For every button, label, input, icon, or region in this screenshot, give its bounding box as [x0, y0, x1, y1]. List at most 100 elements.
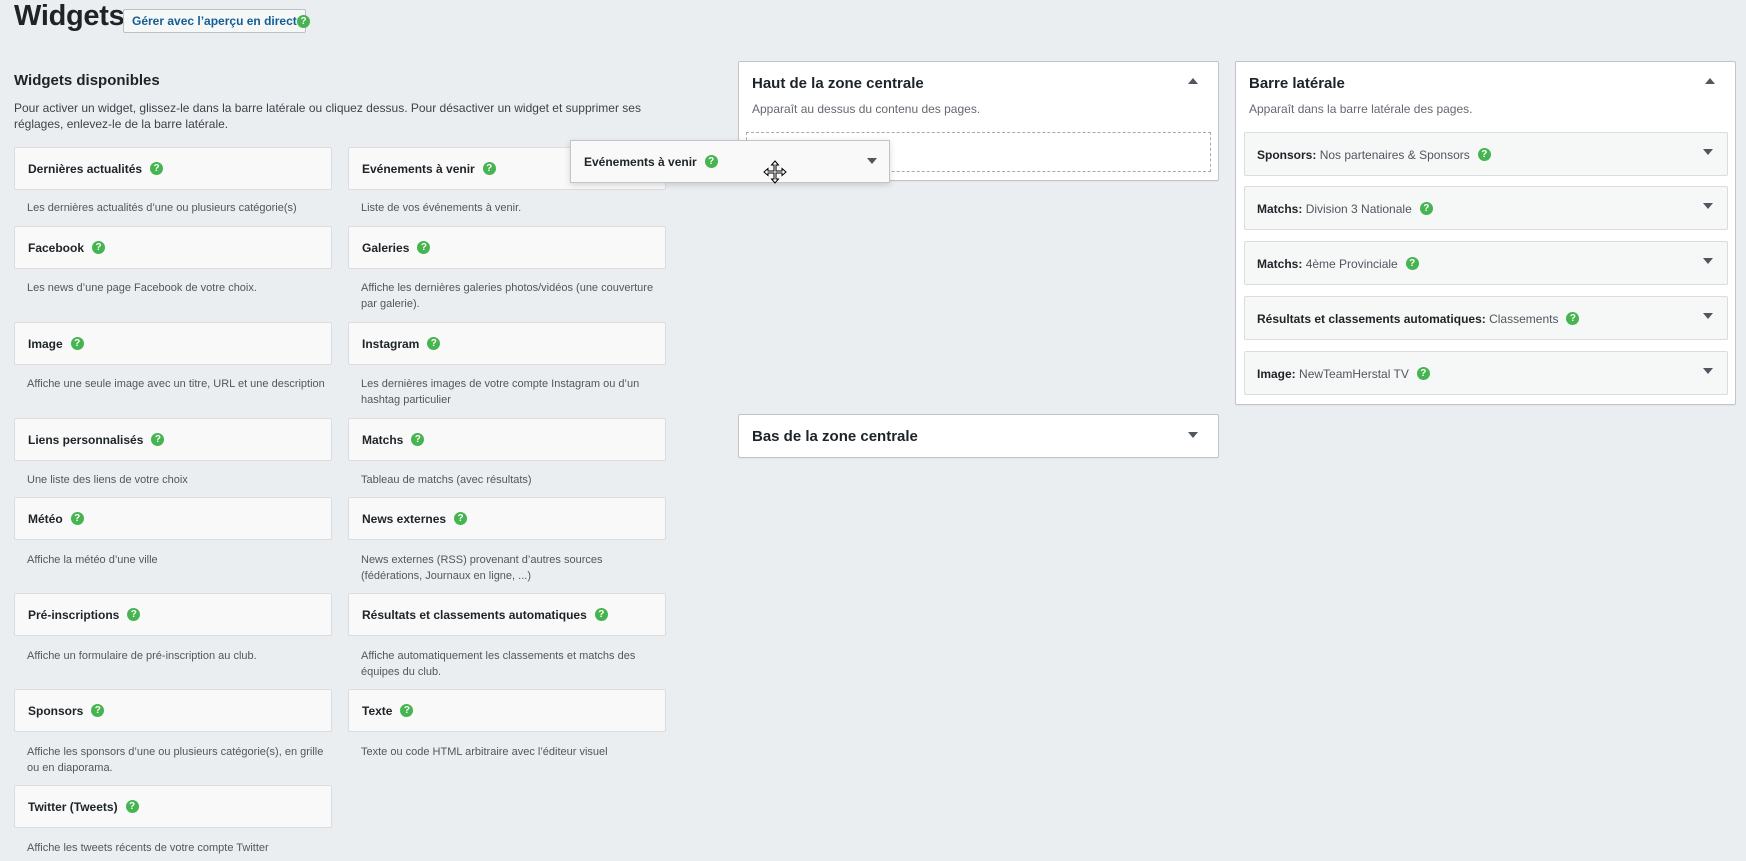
widget-label: Matchs [362, 433, 404, 447]
widget-label: News externes [362, 512, 447, 526]
sidebar-widget-type: Sponsors: [1257, 148, 1317, 162]
zone-sidebar-subtitle: Apparaît dans la barre latérale des page… [1249, 102, 1473, 116]
help-icon[interactable]: ? [482, 161, 496, 175]
widget-description: Liste de vos événements à venir. [361, 202, 522, 214]
widget-description: Affiche les sponsors d’une ou plusieurs … [27, 746, 324, 774]
dragged-widget-label: Evénements à venir [584, 155, 697, 169]
widget-item[interactable]: Twitter (Tweets)? [14, 785, 332, 828]
help-icon[interactable]: ? [127, 607, 141, 621]
help-icon[interactable]: ? [704, 154, 718, 168]
widget-label: Facebook [28, 241, 85, 255]
widget-description: Les dernières actualités d’une ou plusie… [27, 202, 297, 214]
expand-arrow-icon[interactable] [1188, 432, 1198, 438]
widget-item[interactable]: Pré-inscriptions? [14, 593, 332, 636]
widget-description: Affiche les tweets récents de votre comp… [27, 842, 269, 854]
widget-description: Tableau de matchs (avec résultats) [361, 474, 532, 486]
widget-label: Dernières actualités [28, 162, 143, 176]
manage-live-preview-button[interactable]: Gérer avec l’aperçu en direct [123, 9, 306, 33]
help-icon[interactable]: ? [417, 240, 431, 254]
help-icon[interactable]: ? [297, 15, 310, 28]
help-icon[interactable]: ? [91, 703, 105, 717]
available-widgets-title: Widgets disponibles [14, 72, 160, 89]
collapse-arrow-icon[interactable] [1188, 78, 1198, 84]
widget-label: Météo [28, 512, 63, 526]
help-icon[interactable]: ? [1405, 256, 1419, 270]
widget-description: Une liste des liens de votre choix [27, 474, 188, 486]
widget-description: Affiche la météo d’une ville [27, 554, 158, 566]
help-icon[interactable]: ? [151, 432, 165, 446]
zone-sidebar-title: Barre latérale [1249, 75, 1345, 92]
widget-label: Sponsors [28, 704, 84, 718]
sidebar-widget-type: Matchs: [1257, 202, 1303, 216]
widget-item[interactable]: Texte? [348, 689, 666, 732]
widget-item[interactable]: Galeries? [348, 226, 666, 269]
widget-label: Twitter (Tweets) [28, 800, 118, 814]
widget-item[interactable]: Liens personnalisés? [14, 418, 332, 461]
help-icon[interactable]: ? [1566, 311, 1580, 325]
sidebar-widget[interactable]: Matchs: 4ème Provinciale? [1244, 241, 1728, 285]
help-icon[interactable]: ? [1416, 366, 1430, 380]
sidebar-widget-name: Classements [1489, 312, 1559, 326]
zone-top-center-subtitle: Apparaît au dessus du contenu des pages. [752, 102, 981, 116]
sidebar-widget-name: Nos partenaires & Sponsors [1319, 148, 1470, 162]
widget-description: Affiche les dernières galeries photos/vi… [361, 282, 654, 310]
widget-item[interactable]: Image? [14, 322, 332, 365]
help-icon[interactable]: ? [594, 607, 608, 621]
help-icon[interactable]: ? [454, 511, 468, 525]
sidebar-widget-name: NewTeamHerstal TV [1299, 367, 1409, 381]
widget-item[interactable]: Matchs? [348, 418, 666, 461]
dragged-widget[interactable]: Evénements à venir? [570, 140, 890, 183]
help-icon[interactable]: ? [92, 240, 106, 254]
widget-label: Liens personnalisés [28, 433, 144, 447]
sidebar-widget-type: Image: [1257, 367, 1296, 381]
expand-arrow-icon[interactable] [1703, 313, 1713, 319]
zone-top-center-title: Haut de la zone centrale [752, 75, 924, 92]
widget-item[interactable]: Instagram? [348, 322, 666, 365]
widget-label: Evénements à venir [362, 162, 475, 176]
sidebar-widget[interactable]: Image: NewTeamHerstal TV? [1244, 351, 1728, 395]
help-icon[interactable]: ? [400, 703, 414, 717]
help-icon[interactable]: ? [125, 799, 139, 813]
widget-label: Galeries [362, 241, 410, 255]
widget-description: Affiche une seule image avec un titre, U… [27, 378, 325, 390]
widget-label: Pré-inscriptions [28, 608, 120, 622]
help-icon[interactable]: ? [150, 161, 164, 175]
zone-sidebar[interactable]: Barre latérale Apparaît dans la barre la… [1235, 61, 1736, 405]
widget-label: Résultats et classements automatiques [362, 608, 587, 622]
widget-label: Image [28, 337, 63, 351]
expand-arrow-icon[interactable] [1703, 368, 1713, 374]
sidebar-widget[interactable]: Sponsors: Nos partenaires & Sponsors? [1244, 132, 1728, 176]
widget-item[interactable]: Facebook? [14, 226, 332, 269]
widget-label: Instagram [362, 337, 420, 351]
help-icon[interactable]: ? [70, 511, 84, 525]
widget-description: Affiche un formulaire de pré-inscription… [27, 650, 257, 662]
widget-item[interactable]: Dernières actualités? [14, 147, 332, 190]
sidebar-widget-name: Division 3 Nationale [1305, 202, 1412, 216]
sidebar-widget-type: Résultats et classements automatiques: [1257, 312, 1486, 326]
expand-arrow-icon[interactable] [867, 158, 877, 164]
widget-item[interactable]: Résultats et classements automatiques? [348, 593, 666, 636]
available-widgets-description: Pour activer un widget, glissez-le dans … [14, 101, 641, 131]
help-icon[interactable]: ? [1419, 201, 1433, 215]
expand-arrow-icon[interactable] [1703, 149, 1713, 155]
sidebar-widget[interactable]: Résultats et classements automatiques: C… [1244, 296, 1728, 340]
help-icon[interactable]: ? [1477, 147, 1491, 161]
widget-description: Les news d’une page Facebook de votre ch… [27, 282, 257, 294]
widget-item[interactable]: News externes? [348, 497, 666, 540]
zone-bottom-center[interactable]: Bas de la zone centrale [738, 414, 1219, 458]
expand-arrow-icon[interactable] [1703, 258, 1713, 264]
collapse-arrow-icon[interactable] [1705, 78, 1715, 84]
move-cursor-icon [763, 160, 787, 184]
help-icon[interactable]: ? [70, 336, 84, 350]
sidebar-widget[interactable]: Matchs: Division 3 Nationale? [1244, 186, 1728, 230]
widget-item[interactable]: Sponsors? [14, 689, 332, 732]
widget-description: Affiche automatiquement les classements … [361, 650, 636, 678]
help-icon[interactable]: ? [427, 336, 441, 350]
widget-item[interactable]: Météo? [14, 497, 332, 540]
expand-arrow-icon[interactable] [1703, 203, 1713, 209]
zone-bottom-center-title: Bas de la zone centrale [752, 428, 918, 445]
sidebar-widget-name: 4ème Provinciale [1305, 257, 1398, 271]
widget-description: Texte ou code HTML arbitraire avec l’édi… [361, 746, 608, 758]
help-icon[interactable]: ? [411, 432, 425, 446]
page-title: Widgets [14, 0, 125, 32]
